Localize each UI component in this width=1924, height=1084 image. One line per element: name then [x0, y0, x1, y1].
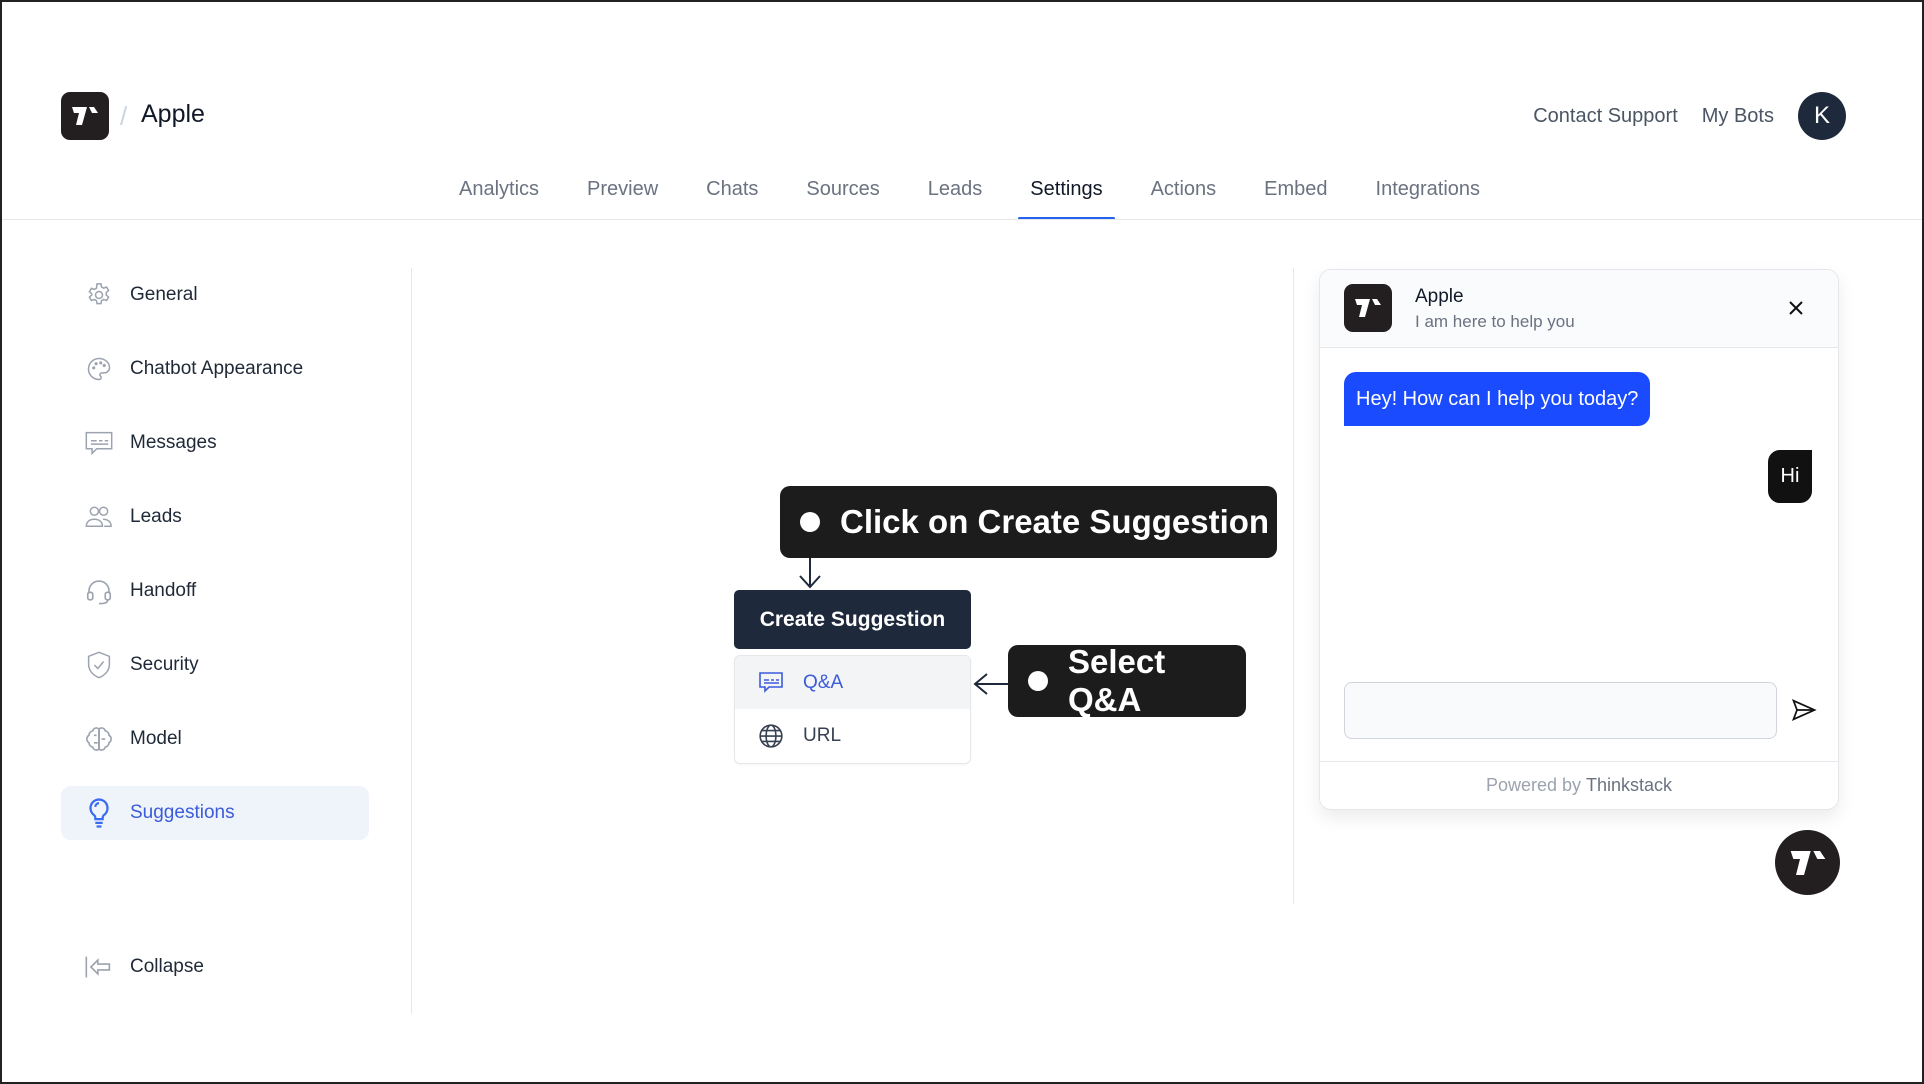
chat-bot-name: Apple	[1415, 286, 1464, 307]
thinkstack-logo[interactable]	[61, 92, 109, 140]
gear-icon	[83, 279, 115, 311]
sidebar-item-chatbot-appearance[interactable]: Chatbot Appearance	[61, 342, 369, 396]
callout-text: Select Q&A	[1068, 643, 1166, 718]
breadcrumb-separator: /	[120, 101, 128, 131]
sidebar-item-handoff[interactable]: Handoff	[61, 564, 369, 618]
callout-click-create-suggestion: Click on Create Suggestion	[780, 486, 1277, 558]
thinkstack-logo-icon	[1355, 299, 1381, 317]
menu-item-label: URL	[803, 724, 842, 746]
collapse-arrow-icon	[83, 951, 115, 983]
tab-embed[interactable]: Embed	[1240, 170, 1351, 220]
message-icon	[757, 669, 785, 697]
user-message-bubble: Hi	[1768, 450, 1812, 503]
create-suggestion-button[interactable]: Create Suggestion	[734, 590, 971, 649]
brain-icon	[83, 723, 115, 755]
collapse-button[interactable]: Collapse	[61, 940, 369, 994]
chat-preview-widget: Apple I am here to help you Hey! How can…	[1319, 269, 1839, 810]
callout-dot	[800, 512, 820, 532]
globe-icon	[757, 722, 785, 750]
menu-item-label: Q&A	[803, 671, 844, 693]
sidebar-divider	[411, 268, 412, 1014]
create-suggestion-menu: Q&A URL	[734, 655, 971, 764]
tab-integrations[interactable]: Integrations	[1352, 170, 1505, 220]
palette-icon	[83, 353, 115, 385]
header-actions: Contact Support My Bots K	[1533, 92, 1846, 140]
sidebar-item-security[interactable]: Security	[61, 638, 369, 692]
callout-select-qa: Select Q&A	[1008, 643, 1246, 718]
powered-by-footer: Powered by Thinkstack	[1320, 761, 1838, 809]
content-divider	[1293, 268, 1294, 904]
bot-message-bubble: Hey! How can I help you today?	[1344, 372, 1651, 426]
chat-bot-logo	[1344, 284, 1392, 332]
tab-leads[interactable]: Leads	[904, 170, 1007, 220]
main-nav: Analytics Preview Chats Sources Leads Se…	[435, 170, 1504, 220]
settings-sidebar: General Chatbot Appearance Messages Lead…	[61, 268, 369, 860]
thinkstack-logo-icon	[1790, 850, 1825, 875]
sidebar-item-label: Handoff	[130, 580, 197, 601]
send-icon[interactable]	[1790, 696, 1820, 726]
sidebar-item-general[interactable]: General	[61, 268, 369, 322]
tab-settings[interactable]: Settings	[1006, 170, 1126, 220]
powered-by-brand[interactable]: Thinkstack	[1586, 775, 1672, 796]
my-bots-link[interactable]: My Bots	[1702, 105, 1774, 128]
chat-launcher-button[interactable]	[1775, 830, 1840, 895]
sidebar-item-label: Suggestions	[130, 802, 235, 823]
headset-icon	[83, 575, 115, 607]
lightbulb-icon	[83, 797, 115, 829]
chat-bot-subtitle: I am here to help you	[1415, 312, 1575, 331]
thinkstack-logo-icon	[72, 107, 98, 125]
users-icon	[83, 501, 115, 533]
collapse-label: Collapse	[130, 956, 204, 977]
sidebar-item-label: Messages	[130, 432, 217, 453]
chat-message-input[interactable]	[1344, 682, 1777, 739]
tab-chats[interactable]: Chats	[682, 170, 782, 220]
chat-header: Apple I am here to help you	[1320, 270, 1838, 348]
sidebar-item-label: General	[130, 284, 198, 305]
sidebar-item-model[interactable]: Model	[61, 712, 369, 766]
close-icon[interactable]	[1784, 296, 1808, 320]
menu-item-url[interactable]: URL	[735, 709, 970, 762]
sidebar-item-leads[interactable]: Leads	[61, 490, 369, 544]
avatar[interactable]: K	[1798, 92, 1846, 140]
tab-sources[interactable]: Sources	[782, 170, 903, 220]
sidebar-item-label: Security	[130, 654, 199, 675]
tab-preview[interactable]: Preview	[563, 170, 682, 220]
callout-text: Click on Create Suggestion	[840, 503, 1270, 540]
contact-support-link[interactable]: Contact Support	[1533, 105, 1678, 128]
sidebar-item-label: Model	[130, 728, 182, 749]
shield-check-icon	[83, 649, 115, 681]
powered-by-text: Powered by	[1485, 775, 1582, 795]
sidebar-item-label: Leads	[130, 506, 182, 527]
message-icon	[83, 427, 115, 459]
callout-dot	[1028, 671, 1048, 691]
bot-name: Apple	[141, 100, 205, 128]
sidebar-item-messages[interactable]: Messages	[61, 416, 369, 470]
tab-actions[interactable]: Actions	[1127, 170, 1241, 220]
sidebar-item-suggestions[interactable]: Suggestions	[61, 786, 369, 840]
header-divider	[2, 219, 1922, 220]
sidebar-item-label: Chatbot Appearance	[130, 358, 304, 379]
menu-item-qa[interactable]: Q&A	[735, 656, 970, 709]
tab-analytics[interactable]: Analytics	[435, 170, 563, 220]
collapse-sidebar: Collapse	[61, 940, 369, 1014]
